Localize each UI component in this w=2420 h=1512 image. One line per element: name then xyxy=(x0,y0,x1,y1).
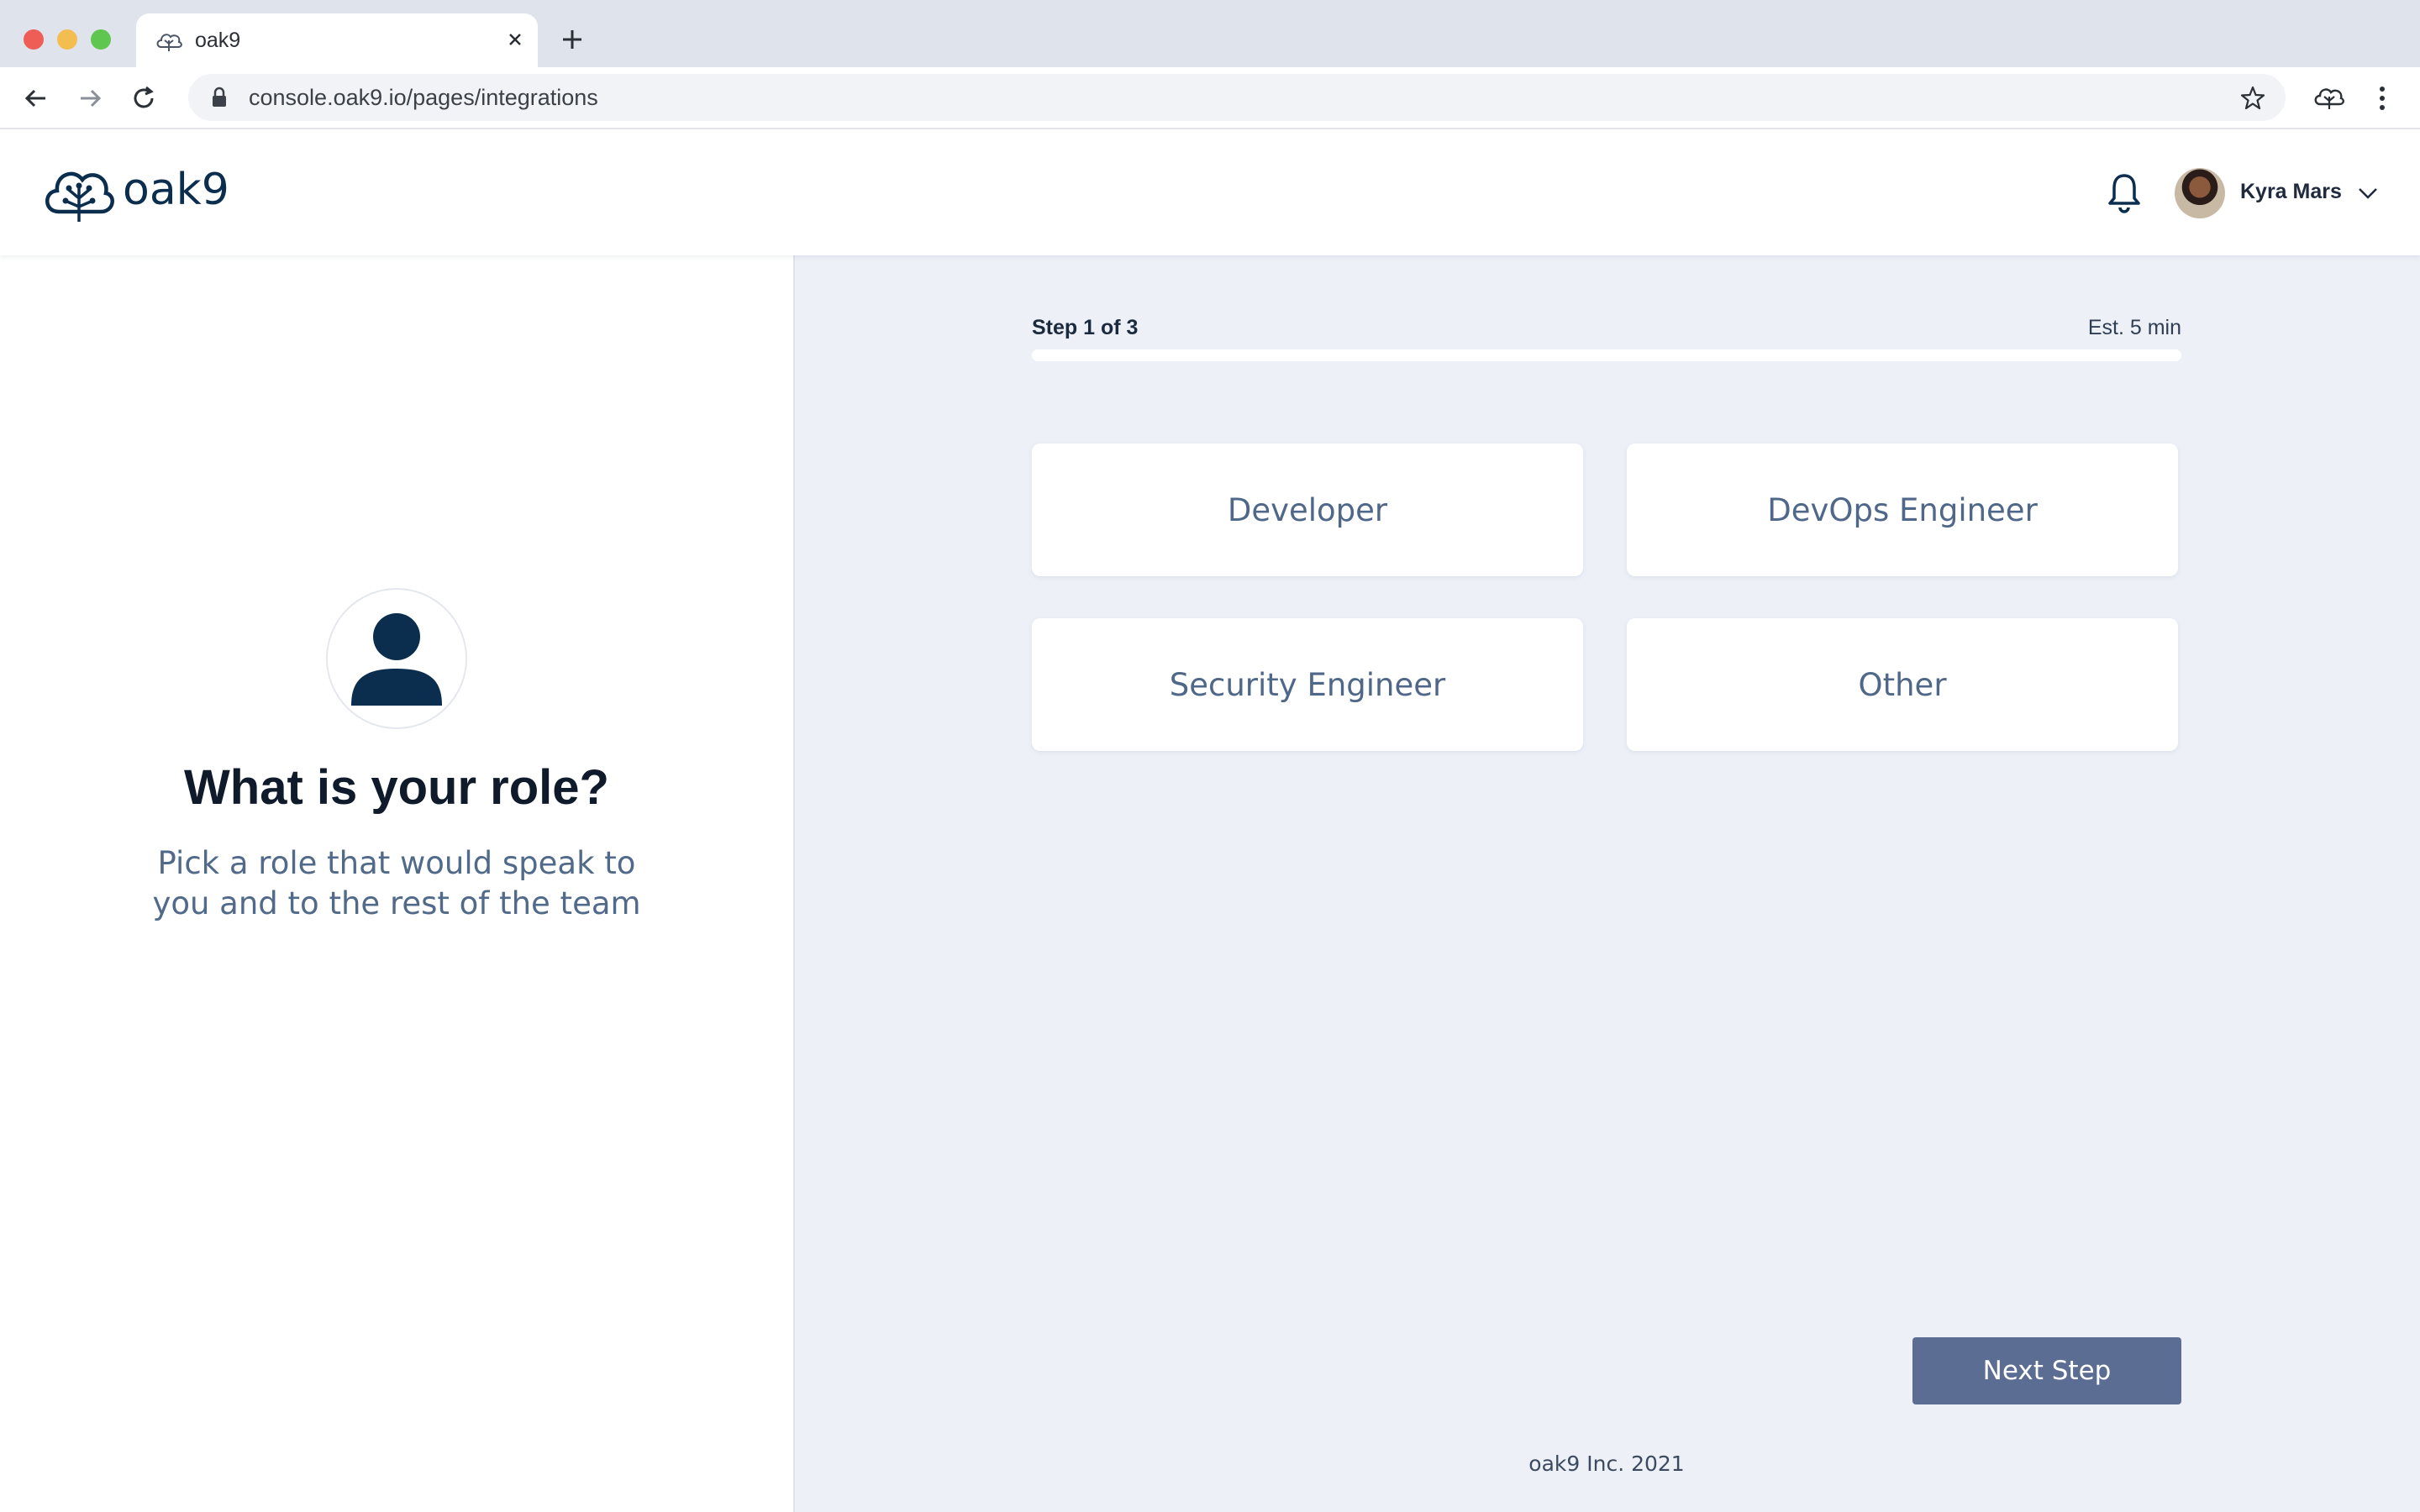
browser-toolbar: console.oak9.io/pages/integrations xyxy=(0,67,2420,129)
url-text: console.oak9.io/pages/integrations xyxy=(249,85,598,110)
lock-icon xyxy=(213,87,226,107)
progress-bar xyxy=(1032,349,2181,361)
role-option-label: Security Engineer xyxy=(1169,666,1446,703)
more-vertical-icon[interactable] xyxy=(2368,82,2396,114)
tree-cloud-icon xyxy=(156,34,182,51)
extension-cloud-icon[interactable] xyxy=(2312,82,2344,113)
next-step-button[interactable]: Next Step xyxy=(1912,1337,2181,1404)
tree-cloud-icon[interactable] xyxy=(40,163,114,223)
browser-tab-oak9[interactable]: oak9 xyxy=(136,13,538,67)
role-option-other[interactable]: Other xyxy=(1627,618,2178,751)
back-arrow-icon[interactable] xyxy=(20,82,52,114)
avatar[interactable] xyxy=(2175,168,2225,218)
forward-arrow-icon[interactable] xyxy=(74,82,106,114)
window-minimize-button[interactable] xyxy=(57,29,77,50)
next-step-label: Next Step xyxy=(1982,1356,2112,1386)
role-option-devops-engineer[interactable]: DevOps Engineer xyxy=(1627,444,2178,576)
role-option-label: DevOps Engineer xyxy=(1767,491,2038,528)
role-option-developer[interactable]: Developer xyxy=(1032,444,1583,576)
app-header: oak9 Kyra Mars xyxy=(0,129,2420,255)
user-icon xyxy=(326,588,467,729)
role-option-label: Developer xyxy=(1227,491,1388,528)
browser-tab-bar: oak9 xyxy=(0,0,2420,67)
new-tab-plus-icon[interactable] xyxy=(558,25,587,54)
step-indicator: Step 1 of 3 xyxy=(1032,316,1139,339)
page-title: What is your role? xyxy=(184,760,609,815)
role-option-security-engineer[interactable]: Security Engineer xyxy=(1032,618,1583,751)
address-bar[interactable]: console.oak9.io/pages/integrations xyxy=(188,74,2286,121)
page-subtitle: Pick a role that would speak to you and … xyxy=(152,845,641,921)
window-close-button[interactable] xyxy=(24,29,44,50)
right-panel: Step 1 of 3 Est. 5 min Developer DevOps … xyxy=(795,255,2420,1512)
left-panel: What is your role? Pick a role that woul… xyxy=(0,255,795,1512)
role-option-label: Other xyxy=(1858,666,1947,703)
time-estimate: Est. 5 min xyxy=(2087,316,2181,339)
close-icon[interactable] xyxy=(502,27,528,52)
user-silhouette-icon xyxy=(351,613,442,706)
window-maximize-button[interactable] xyxy=(91,29,111,50)
bell-icon[interactable] xyxy=(2106,171,2143,213)
bookmark-star-icon[interactable] xyxy=(2238,84,2267,113)
chevron-down-icon[interactable] xyxy=(2356,181,2380,205)
footer-copyright: oak9 Inc. 2021 xyxy=(1528,1452,1685,1476)
user-name[interactable]: Kyra Mars xyxy=(2240,180,2342,204)
tab-title: oak9 xyxy=(195,29,241,52)
reload-icon[interactable] xyxy=(128,82,160,114)
logo-wordmark[interactable]: oak9 xyxy=(123,165,229,215)
